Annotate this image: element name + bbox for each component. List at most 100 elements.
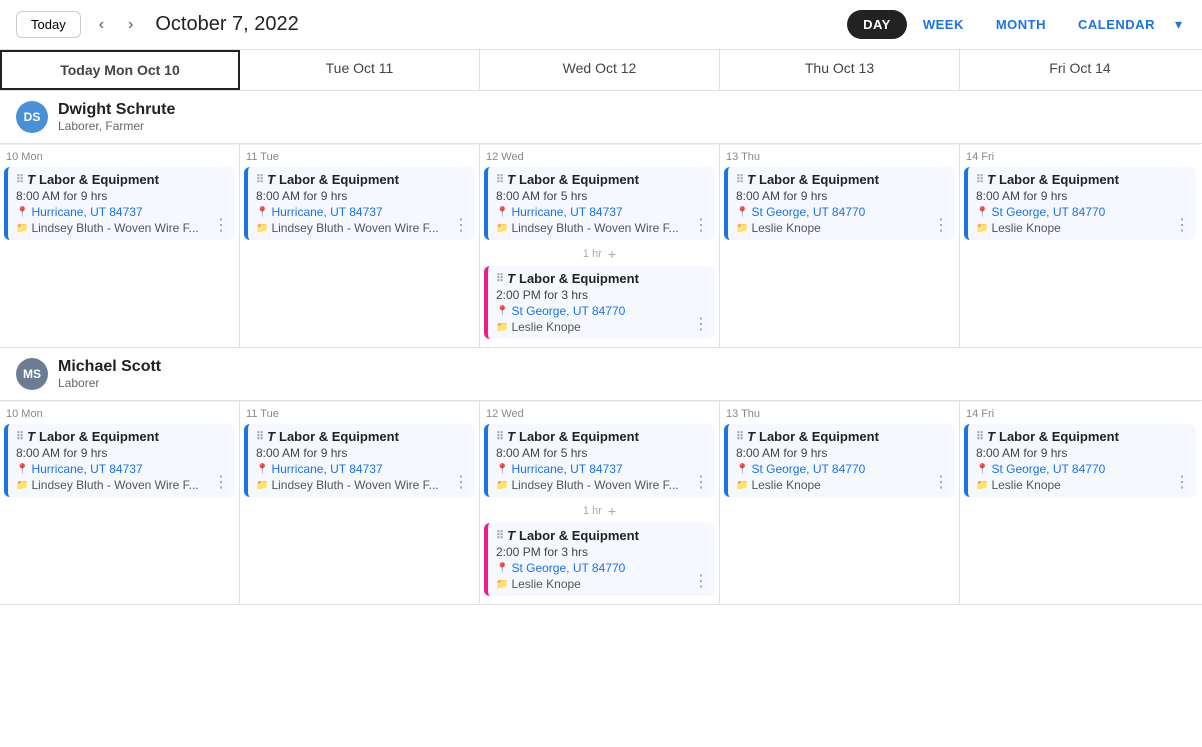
event-location-1-0-0[interactable]: 📍 Hurricane, UT 84737 [16,462,227,476]
cal-cell-1-3: 13 Thu ⠿ T Labor & Equipment 8:00 AM for… [720,401,960,604]
event-project-1-3-0: 📁 Leslie Knope [736,478,947,492]
cal-cell-0-1: 11 Tue ⠿ T Labor & Equipment 8:00 AM for… [240,144,480,347]
add-event-button-0-2[interactable]: + [608,246,616,262]
event-project-1-4-0: 📁 Leslie Knope [976,478,1188,492]
person-role-0: Laborer, Farmer [58,119,175,133]
event-location-0-0-0[interactable]: 📍 Hurricane, UT 84737 [16,205,227,219]
person-role-1: Laborer [58,376,161,390]
next-nav-button[interactable]: › [122,12,139,38]
event-card-0-2-x0[interactable]: ⠿ T Labor & Equipment 2:00 PM for 3 hrs … [484,266,715,339]
event-location-1-2-0[interactable]: 📍 Hurricane, UT 84737 [496,462,707,476]
event-project-0-2-0: 📁 Lindsey Bluth - Woven Wire F... [496,221,707,235]
folder-icon: 📁 [16,480,28,491]
pin-icon: 📍 [976,207,988,218]
location-text-0-4-0: St George, UT 84770 [991,205,1105,219]
calendar-header: Today ‹ › October 7, 2022 DAY WEEK MONTH… [0,0,1202,50]
more-button-0-3-0[interactable]: ⋮ [931,215,951,235]
avatar-0: DS [16,101,48,133]
event-location-0-2-x0[interactable]: 📍 St George, UT 84770 [496,304,707,318]
event-location-1-4-0[interactable]: 📍 St George, UT 84770 [976,462,1188,476]
event-card-1-4-0[interactable]: ⠿ T Labor & Equipment 8:00 AM for 9 hrs … [964,424,1196,497]
day-headers-row: Today Mon Oct 10 Tue Oct 11 Wed Oct 12 T… [0,50,1202,91]
tab-month[interactable]: MONTH [980,10,1062,39]
more-button-0-2-x0[interactable]: ⋮ [691,314,711,334]
day-header-tue[interactable]: Tue Oct 11 [240,50,480,90]
location-text-1-4-0: St George, UT 84770 [991,462,1105,476]
event-card-0-0-0[interactable]: ⠿ T Labor & Equipment 8:00 AM for 9 hrs … [4,167,235,240]
tab-calendar[interactable]: CALENDAR [1062,10,1171,39]
event-card-1-2-x0[interactable]: ⠿ T Labor & Equipment 2:00 PM for 3 hrs … [484,523,715,596]
day-header-wed[interactable]: Wed Oct 12 [480,50,720,90]
type-icon: T [507,429,515,444]
folder-icon: 📁 [16,223,28,234]
drag-icon: ⠿ [496,430,503,443]
event-time-1-0-0: 8:00 AM for 9 hrs [16,446,227,460]
day-header-mon[interactable]: Today Mon Oct 10 [0,50,240,90]
more-button-0-4-0[interactable]: ⋮ [1172,215,1192,235]
event-card-1-1-0[interactable]: ⠿ T Labor & Equipment 8:00 AM for 9 hrs … [244,424,475,497]
today-button[interactable]: Today [16,11,81,38]
event-time-1-3-0: 8:00 AM for 9 hrs [736,446,947,460]
project-text-1-4-0: Leslie Knope [991,478,1060,492]
view-dropdown-button[interactable]: ▾ [1171,12,1186,37]
cell-day-label-1-2: 12 Wed [484,406,715,424]
event-location-1-2-x0[interactable]: 📍 St George, UT 84770 [496,561,707,575]
more-button-0-2-0[interactable]: ⋮ [691,215,711,235]
type-icon: T [987,429,995,444]
cal-cell-1-4: 14 Fri ⠿ T Labor & Equipment 8:00 AM for… [960,401,1200,604]
pin-icon: 📍 [496,207,508,218]
persons-container: DS Dwight Schrute Laborer, Farmer 10 Mon… [0,91,1202,605]
event-card-0-3-0[interactable]: ⠿ T Labor & Equipment 8:00 AM for 9 hrs … [724,167,955,240]
cell-day-label-0-2: 12 Wed [484,149,715,167]
event-project-1-2-0: 📁 Lindsey Bluth - Woven Wire F... [496,478,707,492]
event-card-0-4-0[interactable]: ⠿ T Labor & Equipment 8:00 AM for 9 hrs … [964,167,1196,240]
folder-icon: 📁 [976,480,988,491]
event-card-1-3-0[interactable]: ⠿ T Labor & Equipment 8:00 AM for 9 hrs … [724,424,955,497]
event-title-0-2-x0: ⠿ T Labor & Equipment [496,271,707,286]
event-title-1-3-0: ⠿ T Labor & Equipment [736,429,947,444]
more-button-1-3-0[interactable]: ⋮ [931,472,951,492]
folder-icon: 📁 [496,223,508,234]
event-location-1-3-0[interactable]: 📍 St George, UT 84770 [736,462,947,476]
event-card-0-2-0[interactable]: ⠿ T Labor & Equipment 8:00 AM for 5 hrs … [484,167,715,240]
day-header-thu[interactable]: Thu Oct 13 [720,50,960,90]
drag-icon: ⠿ [976,430,983,443]
event-location-0-4-0[interactable]: 📍 St George, UT 84770 [976,205,1188,219]
more-button-0-1-0[interactable]: ⋮ [451,215,471,235]
event-location-1-1-0[interactable]: 📍 Hurricane, UT 84737 [256,462,467,476]
location-text-0-0-0: Hurricane, UT 84737 [31,205,142,219]
location-text-0-1-0: Hurricane, UT 84737 [271,205,382,219]
gap-row-1-2: 1 hr + [484,501,715,521]
pin-icon: 📍 [496,306,508,317]
tab-week[interactable]: WEEK [907,10,980,39]
event-time-0-1-0: 8:00 AM for 9 hrs [256,189,467,203]
event-title-text-1-3-0: Labor & Equipment [759,429,879,444]
prev-nav-button[interactable]: ‹ [93,12,110,38]
event-title-text-0-4-0: Labor & Equipment [999,172,1119,187]
more-button-1-2-0[interactable]: ⋮ [691,472,711,492]
event-title-text-0-2-0: Labor & Equipment [519,172,639,187]
more-button-1-2-x0[interactable]: ⋮ [691,571,711,591]
type-icon: T [747,429,755,444]
more-button-1-0-0[interactable]: ⋮ [211,472,231,492]
project-text-1-2-0: Lindsey Bluth - Woven Wire F... [511,478,678,492]
more-button-1-4-0[interactable]: ⋮ [1172,472,1192,492]
type-icon: T [27,172,35,187]
more-button-0-0-0[interactable]: ⋮ [211,215,231,235]
event-location-0-3-0[interactable]: 📍 St George, UT 84770 [736,205,947,219]
add-event-button-1-2[interactable]: + [608,503,616,519]
event-card-1-0-0[interactable]: ⠿ T Labor & Equipment 8:00 AM for 9 hrs … [4,424,235,497]
day-header-fri[interactable]: Fri Oct 14 [960,50,1200,90]
event-card-0-1-0[interactable]: ⠿ T Labor & Equipment 8:00 AM for 9 hrs … [244,167,475,240]
cal-cell-1-2: 12 Wed ⠿ T Labor & Equipment 8:00 AM for… [480,401,720,604]
event-project-0-3-0: 📁 Leslie Knope [736,221,947,235]
event-location-0-2-0[interactable]: 📍 Hurricane, UT 84737 [496,205,707,219]
event-location-0-1-0[interactable]: 📍 Hurricane, UT 84737 [256,205,467,219]
pin-icon: 📍 [736,207,748,218]
tab-day[interactable]: DAY [847,10,907,39]
event-title-1-2-x0: ⠿ T Labor & Equipment [496,528,707,543]
drag-icon: ⠿ [16,430,23,443]
more-button-1-1-0[interactable]: ⋮ [451,472,471,492]
event-card-1-2-0[interactable]: ⠿ T Labor & Equipment 8:00 AM for 5 hrs … [484,424,715,497]
event-title-1-0-0: ⠿ T Labor & Equipment [16,429,227,444]
